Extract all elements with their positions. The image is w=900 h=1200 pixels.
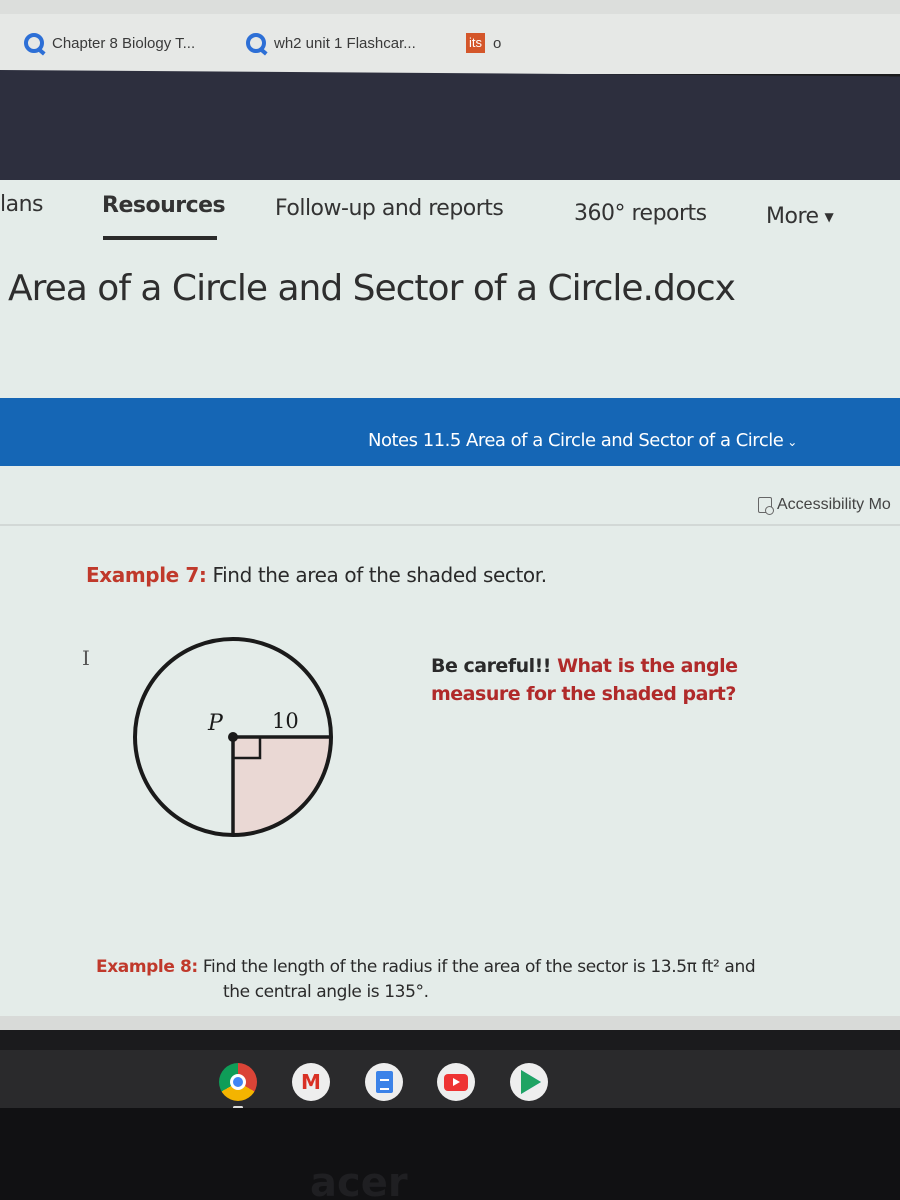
careful-question-2: measure for the shaded part? [431, 683, 736, 705]
bookmark-chapter-8-biology[interactable]: Chapter 8 Biology T... [24, 33, 195, 53]
accessibility-label: Accessibility Mo [777, 496, 891, 513]
gmail-icon: M [301, 1070, 321, 1094]
example-8: Example 8: Find the length of the radius… [96, 955, 756, 1005]
example-8-line-2: the central angle is 135°. [223, 982, 429, 1002]
tab-360-reports[interactable]: 360° reports [574, 201, 707, 226]
page-bottom-edge [0, 1016, 900, 1030]
tab-more[interactable]: More ▼ [766, 204, 834, 229]
bookmark-label: Chapter 8 Biology T... [52, 34, 196, 52]
document-title: Area of a Circle and Sector of a Circle.… [8, 268, 736, 309]
docs-app[interactable] [365, 1063, 403, 1101]
chrome-icon [230, 1074, 246, 1090]
example-8-label: Example 8: [96, 957, 198, 977]
accessibility-icon [758, 497, 774, 515]
example-7-label: Example 7: [86, 563, 207, 587]
play-store-icon [521, 1070, 541, 1094]
nav-tabs: lans Resources Follow-up and reports 360… [0, 180, 900, 242]
youtube-app[interactable] [437, 1063, 475, 1101]
page-content: lans Resources Follow-up and reports 360… [0, 180, 900, 1030]
device-brand-logo: acer [310, 1160, 408, 1200]
accessibility-mode-button[interactable]: Accessibility Mo [758, 496, 891, 515]
more-label: More [766, 204, 819, 229]
viewer-title-text: Notes 11.5 Area of a Circle and Sector o… [368, 430, 784, 451]
center-point [228, 732, 238, 742]
example-7: Example 7: Find the area of the shaded s… [86, 563, 547, 587]
bookmark-wh2-unit-1[interactable]: wh2 unit 1 Flashcar... [246, 33, 416, 53]
radius-label: 10 [272, 709, 299, 733]
laptop-bezel [0, 1108, 900, 1200]
bookmarks-bar: Chapter 8 Biology T... wh2 unit 1 Flashc… [0, 0, 900, 74]
docs-icon [375, 1071, 393, 1093]
circle-sector-diagram: P 10 [133, 637, 333, 837]
caret-down-icon: ▼ [824, 210, 834, 224]
example-7-text: Find the area of the shaded sector. [212, 563, 547, 587]
example-8-line-1: Find the length of the radius if the are… [202, 957, 756, 977]
active-tab-indicator [103, 236, 217, 240]
tab-follow-up-and-reports[interactable]: Follow-up and reports [275, 196, 504, 221]
youtube-icon [444, 1073, 468, 1091]
bookmark-its[interactable]: its o [466, 33, 501, 53]
chevron-down-icon: ⌄ [787, 435, 797, 449]
address-bar-remnant [0, 0, 900, 14]
play-store-app[interactable] [510, 1063, 548, 1101]
viewer-document-title[interactable]: Notes 11.5 Area of a Circle and Sector o… [368, 430, 797, 451]
quizlet-icon [24, 33, 44, 53]
tab-plans[interactable]: lans [0, 192, 44, 217]
divider [0, 524, 900, 526]
chrome-app[interactable] [219, 1063, 257, 1101]
careful-question-1: What is the angle [557, 655, 738, 677]
bookmark-label: o [493, 34, 502, 52]
center-label: P [207, 711, 224, 736]
tab-resources[interactable]: Resources [102, 193, 226, 218]
quizlet-icon [246, 33, 266, 53]
careful-prefix: Be careful!! [431, 655, 551, 677]
gmail-app[interactable]: M [292, 1063, 330, 1101]
bookmark-label: wh2 unit 1 Flashcar... [274, 34, 416, 52]
its-icon: its [466, 33, 485, 53]
text-cursor-icon: I [82, 646, 90, 670]
careful-note: Be careful!! What is the angle measure f… [431, 652, 738, 708]
app-header-band [0, 70, 900, 191]
